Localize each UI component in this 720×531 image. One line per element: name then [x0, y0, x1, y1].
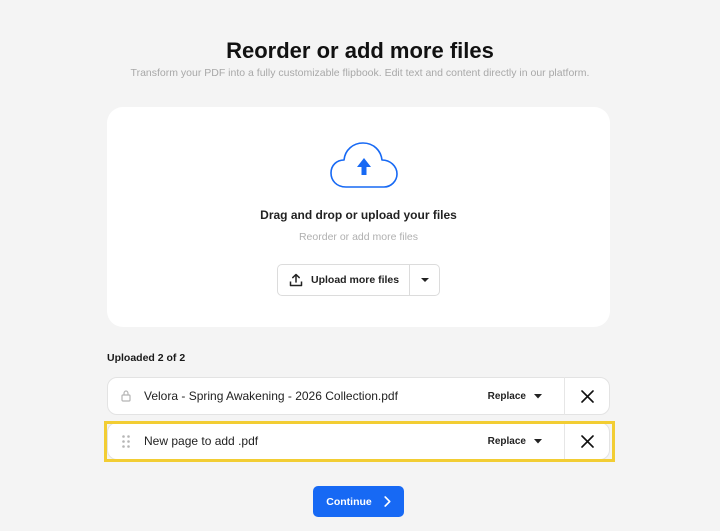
file-name: New page to add .pdf — [144, 434, 259, 448]
lock-icon — [121, 390, 131, 402]
upload-icon — [289, 273, 303, 287]
caret-down-icon — [534, 438, 542, 443]
close-icon — [580, 434, 594, 448]
page-subtitle: Transform your PDF into a fully customiz… — [130, 67, 590, 79]
chevron-right-icon — [384, 496, 391, 507]
upload-status: Uploaded 2 of 2 — [107, 352, 186, 364]
upload-more-files-button[interactable]: Upload more files — [278, 265, 409, 295]
caret-down-icon — [420, 278, 429, 282]
upload-options-dropdown[interactable] — [409, 265, 439, 295]
upload-split-button: Upload more files — [277, 264, 440, 296]
dropzone-hint: Reorder or add more files — [298, 231, 419, 243]
page-title: Reorder or add more files — [226, 38, 494, 63]
replace-label: Replace — [487, 390, 526, 402]
remove-file-button[interactable] — [565, 389, 609, 403]
replace-button[interactable]: Replace — [478, 436, 564, 447]
upload-dropzone[interactable]: Drag and drop or upload your files Reord… — [107, 107, 610, 327]
file-row: Velora - Spring Awakening - 2026 Collect… — [107, 377, 610, 415]
dropzone-title: Drag and drop or upload your files — [260, 208, 457, 222]
file-row[interactable]: New page to add .pdf Replace — [107, 422, 610, 460]
upload-more-files-label: Upload more files — [311, 274, 400, 286]
close-icon — [580, 389, 594, 403]
remove-file-button[interactable] — [565, 434, 609, 448]
replace-button[interactable]: Replace — [478, 391, 564, 402]
cloud-upload-icon — [330, 142, 398, 188]
continue-label: Continue — [326, 495, 372, 508]
file-name: Velora - Spring Awakening - 2026 Collect… — [144, 389, 398, 403]
drag-handle-icon — [122, 434, 130, 448]
continue-button[interactable]: Continue — [313, 486, 404, 517]
drag-handle[interactable] — [108, 434, 144, 448]
caret-down-icon — [534, 393, 542, 398]
replace-label: Replace — [487, 435, 526, 447]
